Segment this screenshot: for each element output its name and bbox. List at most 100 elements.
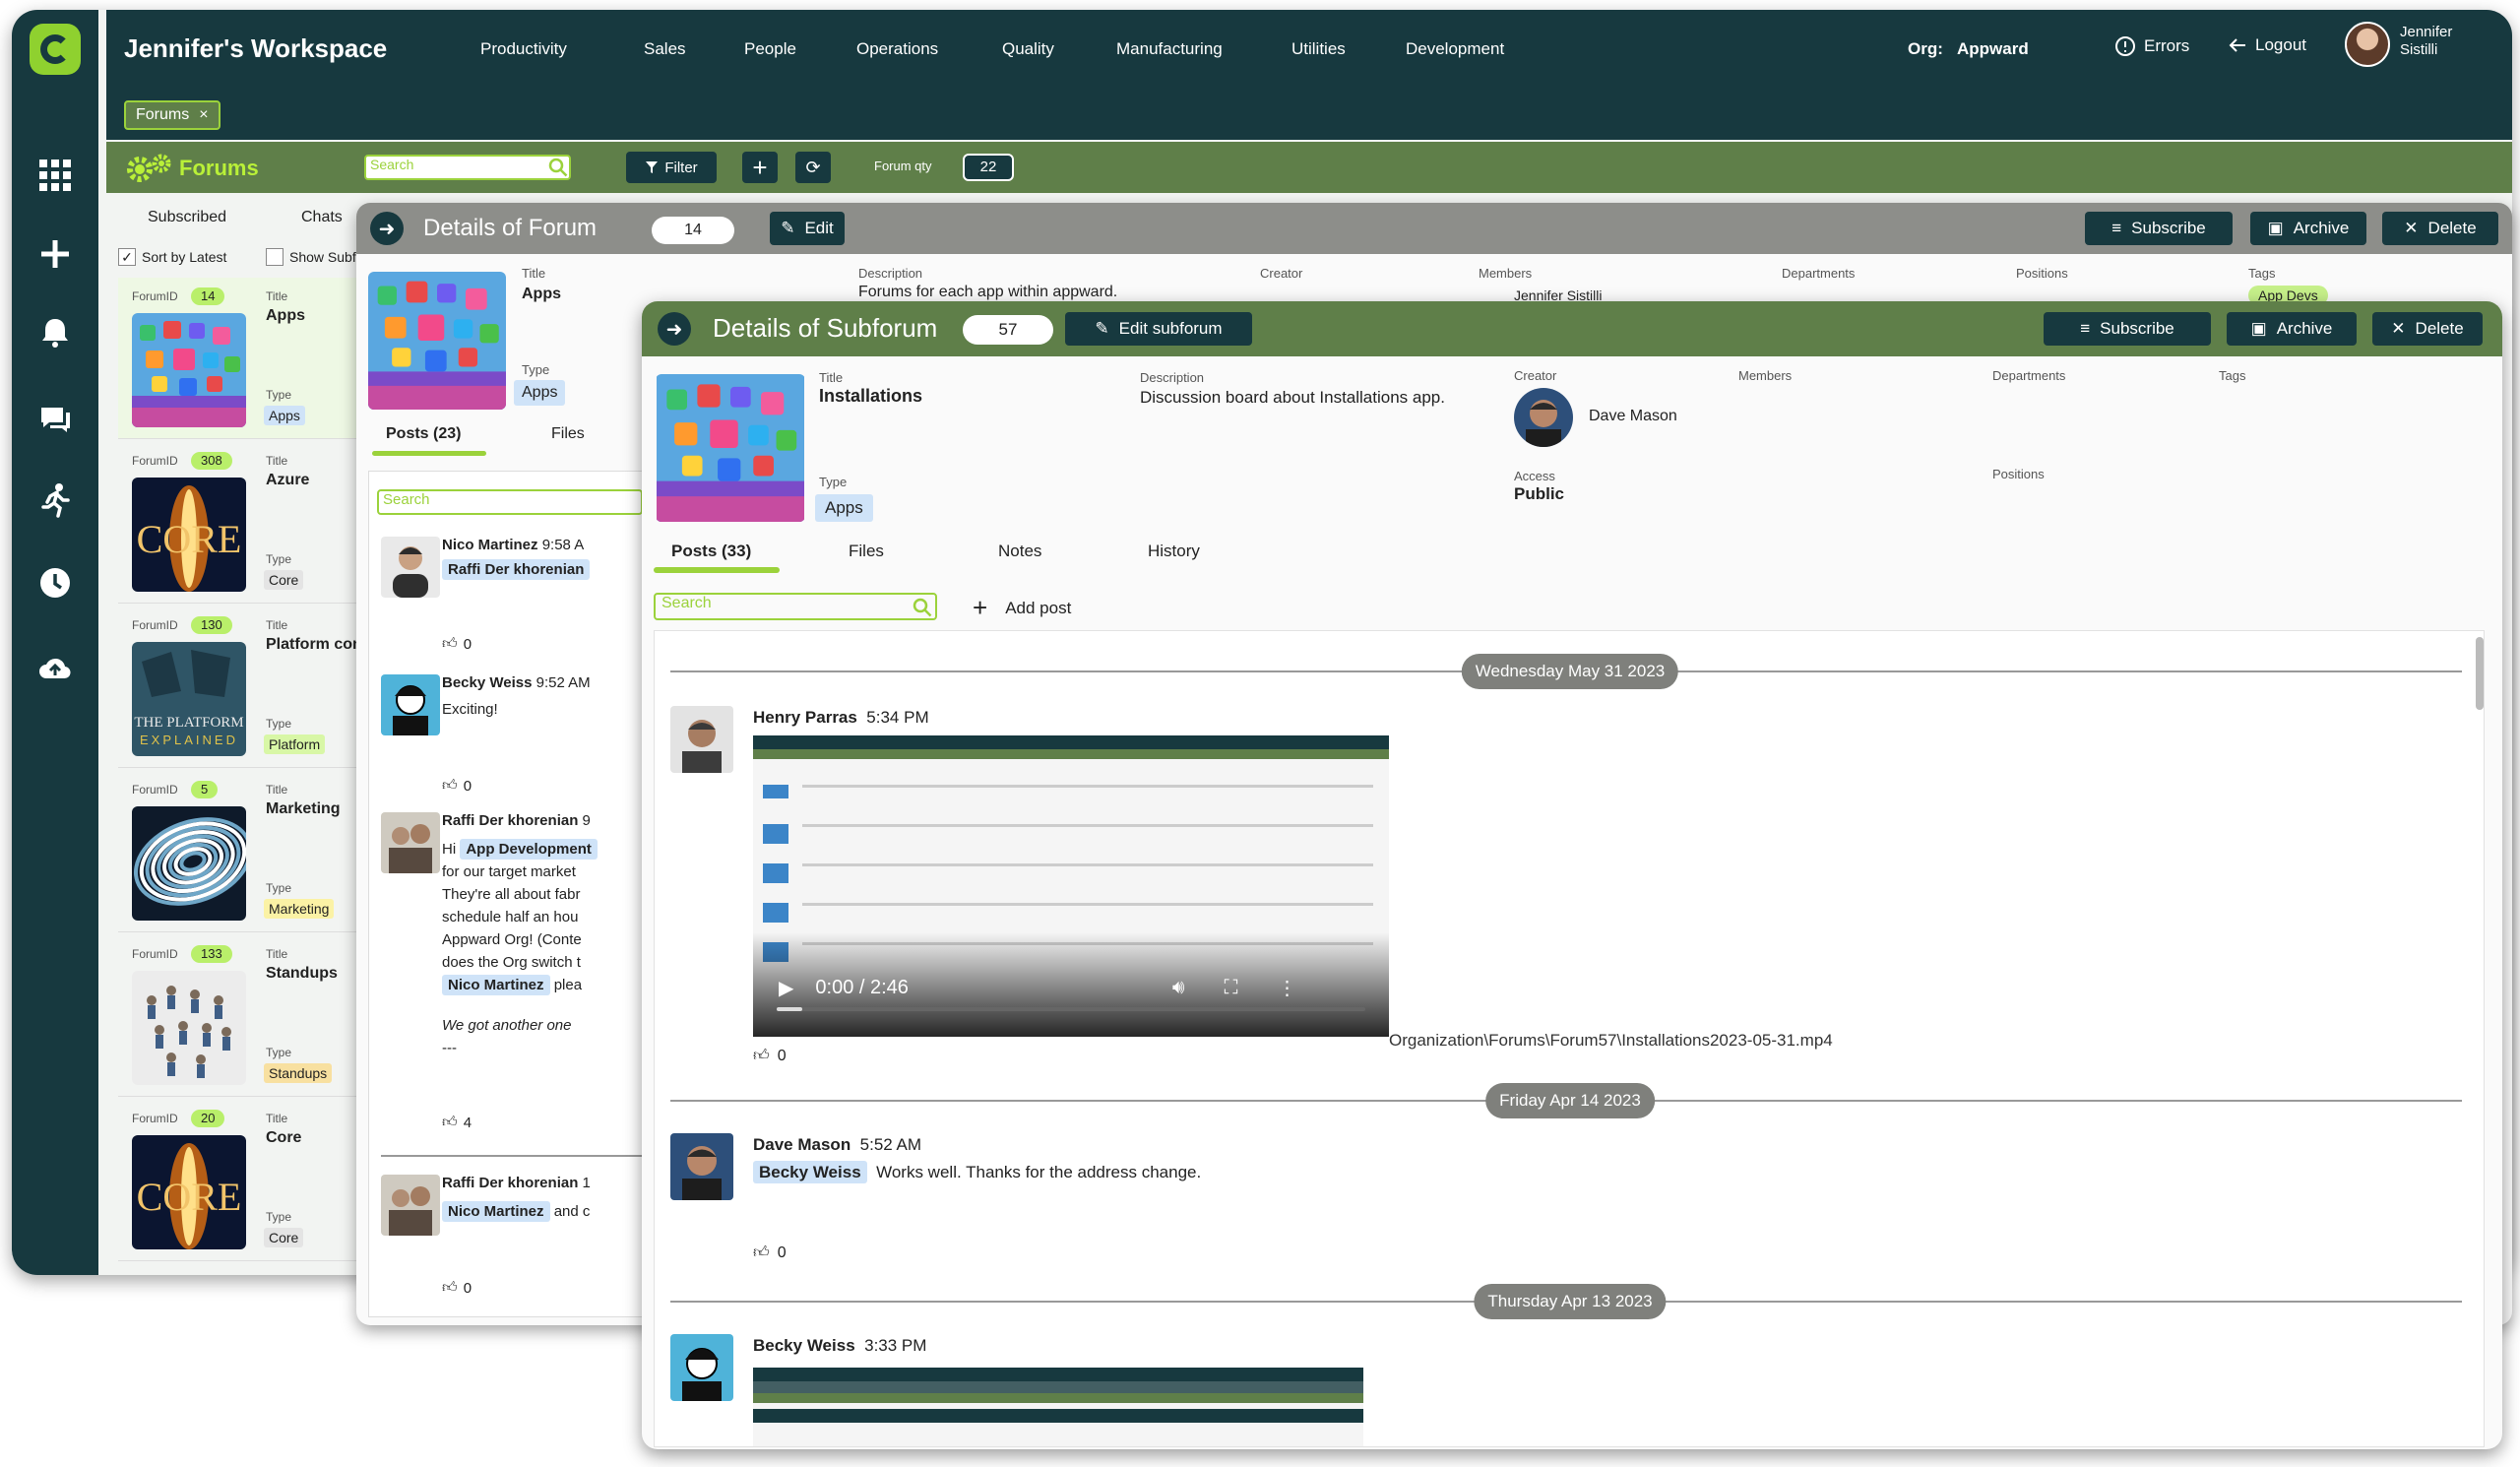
bell-icon[interactable] <box>35 313 75 352</box>
logout-button[interactable]: Logout <box>2228 35 2306 55</box>
forum-card[interactable]: ForumID 20 CORE Title Core Type Core <box>118 1100 374 1261</box>
video-file-path[interactable]: Organization\Forums\Forum57\Installation… <box>1389 1031 1833 1051</box>
post-author[interactable]: Henry Parras <box>753 708 857 727</box>
post-author[interactable]: Raffi Der khorenian <box>442 1175 578 1191</box>
user-avatar[interactable] <box>2345 22 2390 67</box>
subforum-posts-search-input[interactable]: Search <box>654 593 937 620</box>
edit-subforum-button[interactable]: ✎ Edit subforum <box>1065 312 1252 346</box>
chat-icon[interactable] <box>35 400 75 439</box>
forum-id-badge: 133 <box>191 945 232 963</box>
refresh-button[interactable]: ⟳ <box>795 152 831 183</box>
tab-files[interactable]: Files <box>849 542 884 561</box>
tab-forums[interactable]: Forums × <box>124 100 220 130</box>
post-header: Henry Parras 5:34 PM <box>753 708 929 728</box>
play-icon[interactable]: ▶ <box>779 976 793 1000</box>
like-button[interactable]: 👍︎ 0 <box>753 1047 787 1065</box>
post-author[interactable]: Dave Mason <box>753 1135 850 1154</box>
apps-grid-icon[interactable] <box>35 156 75 195</box>
post-text: plea <box>553 977 583 993</box>
delete-subforum-button[interactable]: ✕ Delete <box>2372 312 2483 346</box>
forum-card[interactable]: ForumID 308 CORE Title Azure Type Core <box>118 442 374 604</box>
nav-quality[interactable]: Quality <box>1002 39 1054 59</box>
errors-button[interactable]: Errors <box>2114 35 2189 57</box>
nav-operations[interactable]: Operations <box>856 39 938 59</box>
post-author[interactable]: Raffi Der khorenian <box>442 812 578 829</box>
creator-avatar[interactable] <box>1514 388 1573 447</box>
volume-icon[interactable]: 🔊︎ <box>1172 977 1185 999</box>
sort-checkbox[interactable]: ✓ <box>118 248 136 266</box>
video-player[interactable]: ▶ 0:00 / 2:46 🔊︎ ⛶ ⋮ <box>753 735 1389 1037</box>
nav-development[interactable]: Development <box>1406 39 1504 59</box>
search-icon[interactable] <box>547 157 569 178</box>
like-button[interactable]: 👍︎ 0 <box>442 1279 472 1297</box>
mention-chip[interactable]: Nico Martinez <box>442 975 550 995</box>
cloud-upload-icon[interactable] <box>35 648 75 687</box>
forum-card[interactable]: ForumID 5 Title Marketing Type Marketing <box>118 771 374 932</box>
filter-button[interactable]: Filter <box>626 152 717 183</box>
add-post-button[interactable]: + Add post <box>973 593 1071 623</box>
tab-chats[interactable]: Chats <box>301 209 343 226</box>
nav-productivity[interactable]: Productivity <box>480 39 567 59</box>
forum-card[interactable]: ForumID 14 Title Apps Type Apps <box>118 278 374 439</box>
search-icon[interactable] <box>912 597 933 618</box>
show-sub-checkbox[interactable] <box>266 248 284 266</box>
arrow-right-icon[interactable]: ➜ <box>370 212 404 245</box>
image-attachment[interactable] <box>753 1368 1363 1446</box>
post-time: 3:33 PM <box>864 1336 927 1355</box>
delete-forum-button[interactable]: ✕ Delete <box>2382 212 2498 245</box>
more-options-icon[interactable]: ⋮ <box>1278 976 1297 1000</box>
pencil-icon: ✎ <box>1095 319 1109 338</box>
creator-name[interactable]: Dave Mason <box>1589 408 1677 425</box>
archive-subforum-button[interactable]: ▣ Archive <box>2227 312 2357 346</box>
mention-chip[interactable]: Nico Martinez <box>442 1201 550 1222</box>
nav-manufacturing[interactable]: Manufacturing <box>1116 39 1223 59</box>
forum-card[interactable]: ForumID 130 THE PLATFORM EXPLAINED Title Plat… <box>118 606 374 768</box>
post-header: Becky Weiss 3:33 PM <box>753 1336 926 1356</box>
running-person-icon[interactable] <box>35 480 75 520</box>
like-button[interactable]: 👍︎ 0 <box>442 777 472 795</box>
mention-chip[interactable]: Raffi Der khorenian <box>442 559 591 580</box>
close-icon[interactable]: × <box>199 106 208 124</box>
subscribe-forum-button[interactable]: ≡ Subscribe <box>2085 212 2233 245</box>
sort-by-latest[interactable]: ✓ Sort by Latest <box>118 248 226 266</box>
subforum-posts-list[interactable]: Wednesday May 31 2023 Henry Parras 5:34 … <box>654 630 2485 1447</box>
post-author[interactable]: Becky Weiss <box>442 674 532 691</box>
add-icon[interactable] <box>35 234 75 274</box>
archive-forum-button[interactable]: ▣ Archive <box>2250 212 2366 245</box>
scrollbar-thumb[interactable] <box>2476 637 2484 710</box>
tab-history[interactable]: History <box>1148 542 1200 561</box>
avatar[interactable] <box>670 1133 733 1200</box>
avatar[interactable] <box>670 706 733 773</box>
post-author[interactable]: Becky Weiss <box>753 1336 855 1355</box>
mention-chip[interactable]: App Development <box>460 839 598 860</box>
nav-utilities[interactable]: Utilities <box>1292 39 1346 59</box>
like-button[interactable]: 👍︎ 0 <box>442 635 472 653</box>
forums-header: Forums <box>124 152 259 185</box>
forum-posts-search-input[interactable]: Search <box>377 489 643 515</box>
edit-forum-button[interactable]: ✎ Edit <box>770 212 845 245</box>
org-selector[interactable]: Appward <box>1957 39 2029 59</box>
tab-posts[interactable]: Posts (23) <box>386 425 461 443</box>
show-subforums[interactable]: Show Subf <box>266 248 356 266</box>
mention-chip[interactable]: Becky Weiss <box>753 1161 867 1183</box>
forum-card[interactable]: ForumID 133 Title Standups Type Standups <box>118 935 374 1097</box>
appward-logo[interactable] <box>30 24 81 75</box>
avatar[interactable] <box>670 1334 733 1401</box>
nav-people[interactable]: People <box>744 39 796 59</box>
nav-sales[interactable]: Sales <box>644 39 686 59</box>
forum-id-label: ForumID <box>132 454 178 468</box>
like-button[interactable]: 👍︎ 4 <box>442 1114 472 1131</box>
tab-subscribed[interactable]: Subscribed <box>148 209 226 226</box>
clock-icon[interactable] <box>35 563 75 603</box>
add-forum-button[interactable]: + <box>742 152 778 183</box>
video-progress-bar[interactable] <box>777 1007 1365 1011</box>
forums-search-input[interactable]: Search <box>364 155 571 180</box>
fullscreen-icon[interactable]: ⛶ <box>1225 977 1238 999</box>
tab-files[interactable]: Files <box>551 425 585 443</box>
tab-posts[interactable]: Posts (33) <box>671 542 751 561</box>
post-author[interactable]: Nico Martinez <box>442 537 538 553</box>
like-button[interactable]: 👍︎ 0 <box>753 1244 787 1262</box>
arrow-right-icon[interactable]: ➜ <box>658 312 691 346</box>
tab-notes[interactable]: Notes <box>998 542 1041 561</box>
subscribe-subforum-button[interactable]: ≡ Subscribe <box>2044 312 2211 346</box>
